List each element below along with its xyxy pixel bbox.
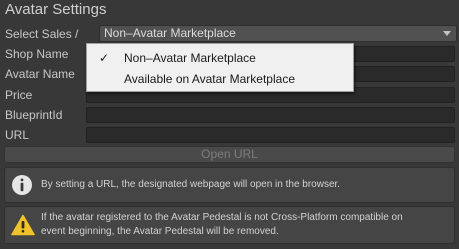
shop-name-label: Shop Name bbox=[5, 47, 69, 61]
warning-helpbox: If the avatar registered to the Avatar P… bbox=[4, 206, 455, 244]
menu-item-non-avatar-marketplace[interactable]: ✓ Non–Avatar Marketplace bbox=[87, 48, 353, 68]
avatar-name-label: Avatar Name bbox=[5, 67, 75, 81]
info-message-text: By setting a URL, the designated webpage… bbox=[41, 179, 341, 190]
sales-dropdown-menu: ✓ Non–Avatar Marketplace Available on Av… bbox=[86, 43, 354, 92]
warning-icon bbox=[11, 214, 35, 236]
blueprint-id-label: BlueprintId bbox=[5, 108, 63, 122]
sales-dropdown[interactable]: Non–Avatar Marketplace bbox=[99, 25, 457, 42]
url-field[interactable] bbox=[86, 127, 455, 143]
info-icon bbox=[12, 175, 32, 195]
warning-message-line2: event beginning, the Avatar Pedestal wil… bbox=[41, 226, 279, 237]
open-url-button[interactable]: Open URL bbox=[4, 146, 455, 163]
price-label: Price bbox=[5, 88, 33, 102]
url-label: URL bbox=[5, 128, 30, 142]
menu-item-label: Available on Avatar Marketplace bbox=[124, 72, 295, 86]
menu-item-available-on-avatar-marketplace[interactable]: Available on Avatar Marketplace bbox=[87, 69, 353, 89]
checkmark-icon: ✓ bbox=[98, 51, 110, 65]
menu-item-label: Non–Avatar Marketplace bbox=[124, 51, 256, 65]
chevron-down-icon bbox=[443, 31, 451, 36]
sales-dropdown-value: Non–Avatar Marketplace bbox=[104, 26, 236, 40]
blueprint-id-field[interactable] bbox=[86, 107, 455, 123]
info-helpbox: By setting a URL, the designated webpage… bbox=[4, 167, 455, 203]
panel-title: Avatar Settings bbox=[5, 1, 107, 18]
select-sales-label: Select Sales / bbox=[5, 27, 79, 41]
